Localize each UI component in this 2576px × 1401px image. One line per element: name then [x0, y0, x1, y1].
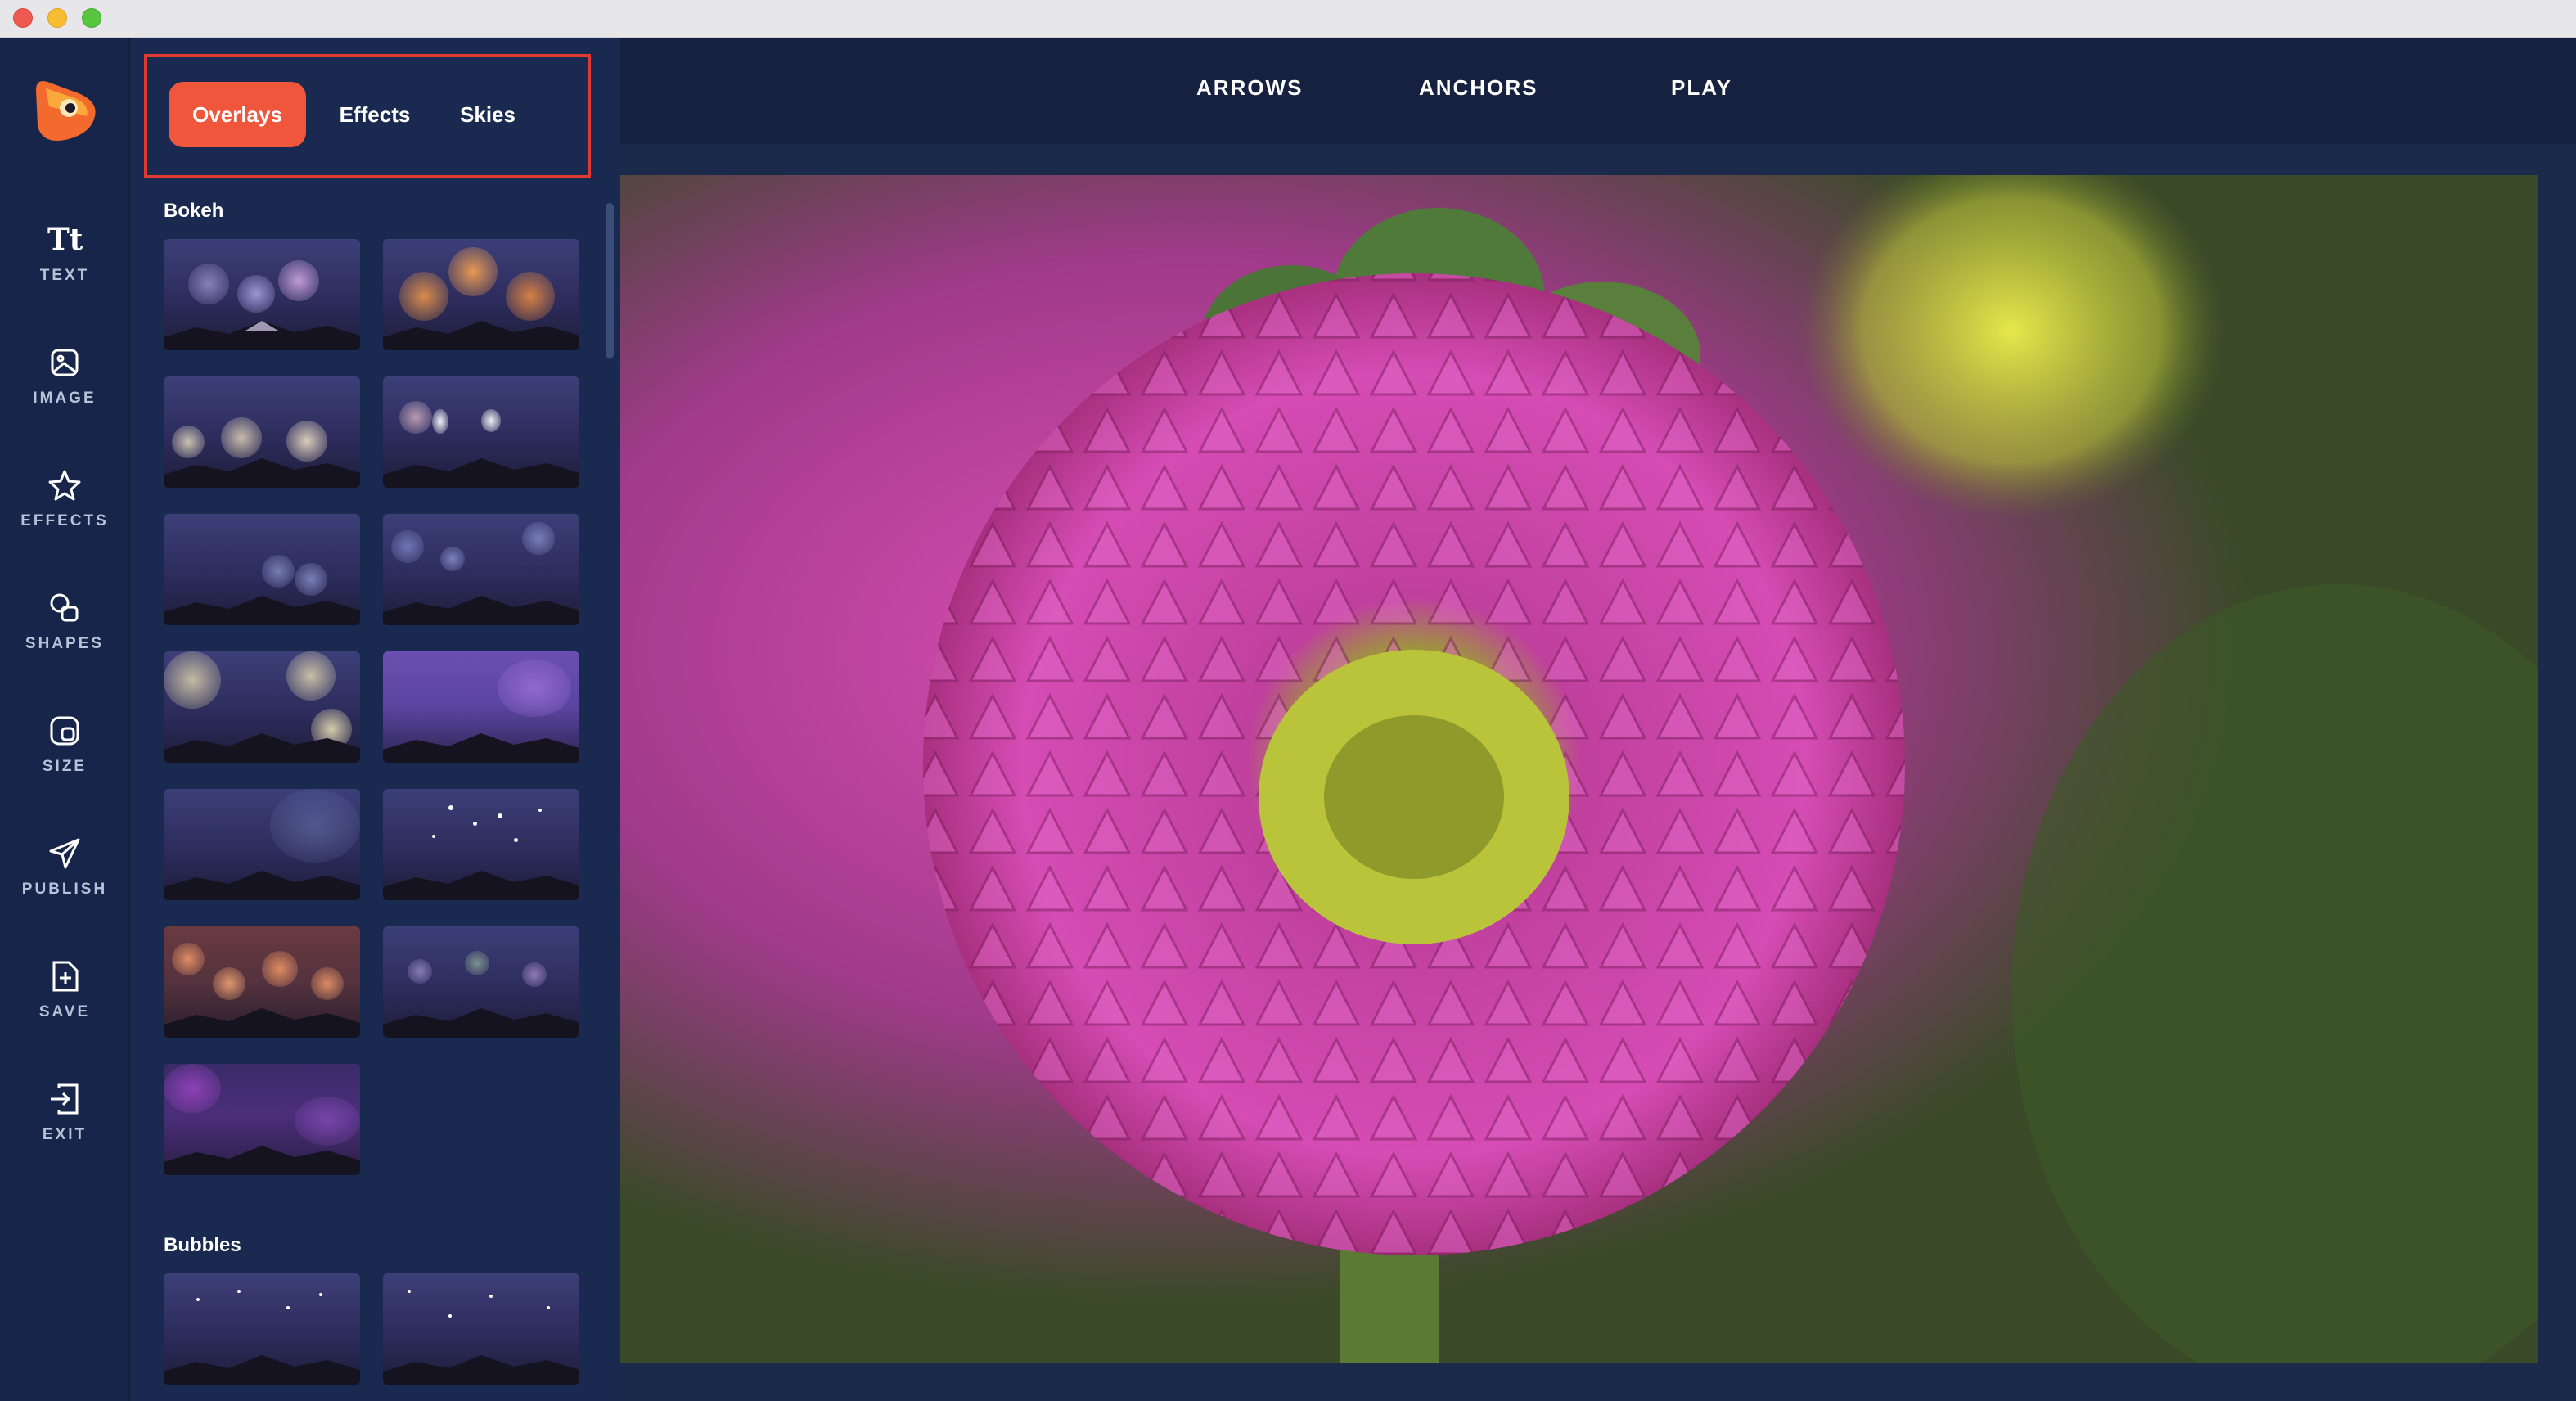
rail-text-label: TEXT: [39, 267, 90, 284]
paper-plane-icon: [47, 836, 82, 871]
exit-icon: [47, 1082, 82, 1116]
bokeh-thumbnail[interactable]: [383, 926, 579, 1038]
bokeh-thumbnail[interactable]: [383, 514, 579, 625]
minimize-window-button[interactable]: [47, 8, 67, 28]
bubbles-thumbnail[interactable]: [164, 1273, 360, 1385]
text-tt-icon: Tt: [47, 223, 83, 257]
panel-scrollbar[interactable]: [606, 203, 614, 358]
left-toolbar: Tt TEXT IMAGE EFFECTS SHAPES SIZE PUBLIS…: [0, 38, 129, 1401]
section-title-bokeh: Bokeh: [164, 200, 224, 222]
section-title-bubbles: Bubbles: [164, 1234, 241, 1256]
rail-effects-label: EFFECTS: [20, 512, 109, 529]
editor-canvas: [620, 144, 2576, 1401]
rail-size-button[interactable]: SIZE: [0, 714, 129, 804]
bokeh-thumbnail[interactable]: [383, 239, 579, 350]
rail-text-button[interactable]: Tt TEXT: [0, 223, 129, 313]
nav-arrows-link[interactable]: ARROWS: [1196, 75, 1303, 101]
nav-anchors-link[interactable]: ANCHORS: [1419, 75, 1538, 101]
rail-effects-button[interactable]: EFFECTS: [0, 468, 129, 558]
tab-effects[interactable]: Effects: [322, 82, 427, 147]
shapes-icon: [47, 591, 82, 625]
bokeh-thumbnail[interactable]: [164, 651, 360, 763]
bokeh-thumbnail[interactable]: [383, 789, 579, 900]
rail-save-button[interactable]: SAVE: [0, 959, 129, 1049]
nav-play-link[interactable]: PLAY: [1671, 75, 1732, 101]
star-icon: [47, 468, 82, 502]
bokeh-thumbnail[interactable]: [164, 1064, 360, 1175]
app-logo-icon: [29, 74, 100, 144]
rail-image-label: IMAGE: [33, 390, 97, 407]
bubbles-thumbnail[interactable]: [383, 1273, 579, 1385]
rail-shapes-button[interactable]: SHAPES: [0, 591, 129, 681]
size-icon: [47, 714, 82, 748]
bokeh-thumbnail[interactable]: [164, 789, 360, 900]
rail-exit-label: EXIT: [42, 1126, 88, 1143]
tab-skies[interactable]: Skies: [442, 82, 534, 147]
save-plus-icon: [47, 959, 82, 993]
rail-size-label: SIZE: [42, 758, 88, 775]
close-window-button[interactable]: [13, 8, 33, 28]
maximize-window-button[interactable]: [82, 8, 101, 28]
bokeh-thumbnail[interactable]: [164, 926, 360, 1038]
rail-image-button[interactable]: IMAGE: [0, 345, 129, 435]
bokeh-thumbnail[interactable]: [383, 651, 579, 763]
top-navigation: ARROWS ANCHORS PLAY: [620, 38, 2576, 144]
tab-overlays[interactable]: Overlays: [169, 82, 306, 147]
rail-shapes-label: SHAPES: [25, 635, 105, 652]
rail-exit-button[interactable]: EXIT: [0, 1082, 129, 1172]
tab-group: Overlays Effects Skies: [144, 54, 591, 178]
rail-save-label: SAVE: [38, 1003, 91, 1020]
rail-publish-label: PUBLISH: [21, 881, 108, 898]
app-window: Tt TEXT IMAGE EFFECTS SHAPES SIZE PUBLIS…: [0, 38, 2576, 1401]
rail-publish-button[interactable]: PUBLISH: [0, 836, 129, 926]
bokeh-thumbnail[interactable]: [164, 376, 360, 488]
bokeh-thumbnail[interactable]: [164, 514, 360, 625]
bokeh-thumbnail[interactable]: [383, 376, 579, 488]
bokeh-thumbnail[interactable]: [164, 239, 360, 350]
dahlia-photo[interactable]: [620, 175, 2538, 1363]
overlays-panel: Overlays Effects Skies Bokeh Bubbles: [131, 38, 620, 1401]
window-titlebar: [0, 0, 2576, 38]
image-icon: [47, 345, 82, 380]
